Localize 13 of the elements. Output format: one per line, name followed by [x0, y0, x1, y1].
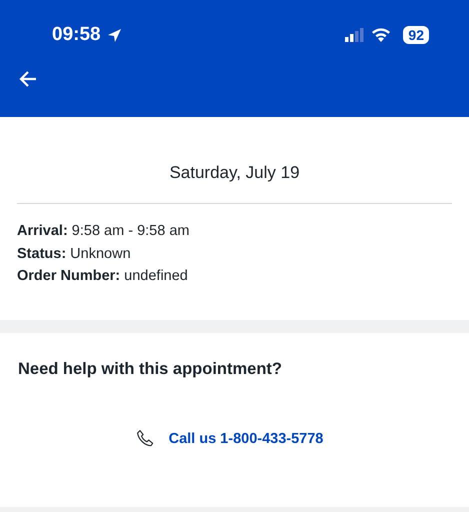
back-arrow-icon[interactable] [18, 70, 38, 88]
phone-icon [136, 429, 155, 448]
status-time: 09:58 [52, 24, 101, 46]
help-heading: Need help with this appointment? [17, 359, 283, 379]
location-arrow-icon [106, 28, 122, 42]
detail-line: Order Number: undefined [17, 267, 189, 286]
appointment-date: Saturday, July 19 [17, 117, 452, 204]
wifi-icon [371, 28, 392, 42]
battery-indicator: 92 [403, 26, 429, 44]
detail-line: Arrival: 9:58 am - 9:58 am [17, 222, 190, 241]
call-link[interactable]: Call us 1-800-433-5778 [168, 430, 324, 446]
detail-line: Status: Unknown [17, 244, 132, 264]
signal-icon [345, 28, 366, 42]
